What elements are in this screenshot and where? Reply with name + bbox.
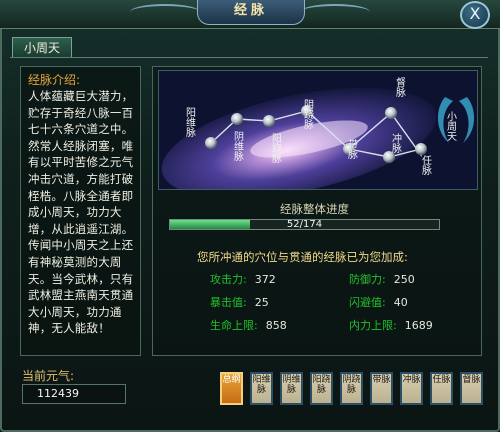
meridian-slot-bar: 总纲 阳维脉 阴维脉 阳跷脉 阴跷脉 带脉 冲脉 任脉 督脉 xyxy=(220,372,483,406)
current-qi-value: 112439 xyxy=(22,384,126,404)
stat-dodge-label: 闪避值 xyxy=(349,296,382,309)
stat-colon: : xyxy=(243,273,247,286)
stat-hp: 生命上限: 858 xyxy=(210,317,287,333)
title-ornament-left xyxy=(130,4,200,20)
slot-general[interactable]: 总纲 xyxy=(220,372,243,405)
slot-yangwei[interactable]: 阳维脉 xyxy=(250,372,273,405)
slot-yinwei[interactable]: 阴维脉 xyxy=(280,372,303,405)
stat-crit: 暴击值: 25 xyxy=(210,294,269,310)
close-button[interactable]: X xyxy=(460,1,490,29)
intro-text: 人体蕴藏巨大潜力，贮存于奇经八脉一百七十六条穴道之中。然常人经脉闭塞，唯有以平时… xyxy=(28,89,134,336)
close-icon[interactable]: X xyxy=(470,4,481,23)
stat-dodge: 闪避值: 40 xyxy=(349,294,408,310)
stat-dodge-value: 40 xyxy=(393,296,408,309)
star-map-canvas: 阳维脉 阴维脉 阳跷脉 阴跷脉 带脉 督脉 冲脉 任脉 小周天 xyxy=(159,71,477,189)
stat-crit-value: 25 xyxy=(254,296,269,309)
stat-colon: : xyxy=(393,319,397,332)
node-yinwei-orb[interactable] xyxy=(231,113,243,125)
stat-mp-value: 1689 xyxy=(404,319,433,332)
label-yangwei: 阳维脉 xyxy=(184,107,196,137)
label-yangqiao: 阳跷脉 xyxy=(270,133,282,163)
stat-colon: : xyxy=(254,319,258,332)
tab-divider xyxy=(10,57,488,58)
node-yinwei[interactable] xyxy=(231,113,243,125)
node-yangwei-orb[interactable] xyxy=(205,137,217,149)
meridian-star-map: 阳维脉 阴维脉 阳跷脉 阴跷脉 带脉 督脉 冲脉 任脉 小周天 xyxy=(158,70,478,190)
stat-attack: 攻击力: 372 xyxy=(210,271,276,287)
node-du[interactable] xyxy=(385,107,397,119)
stat-hp-label: 生命上限 xyxy=(210,319,254,332)
stat-defense-value: 250 xyxy=(393,273,415,286)
node-ren-orb[interactable] xyxy=(415,143,427,155)
bonus-title: 您所冲通的穴位与贯通的经脉已为您加成: xyxy=(197,250,408,264)
node-yangqiao[interactable] xyxy=(263,115,275,127)
stat-defense: 防御力: 250 xyxy=(349,271,415,287)
stat-colon: : xyxy=(382,273,386,286)
label-dai: 带脉 xyxy=(346,139,358,159)
progress-text: 52/174 xyxy=(286,219,323,230)
window-title: 经脉 xyxy=(197,0,305,25)
label-yinqiao: 阴跷脉 xyxy=(302,99,314,129)
stat-colon: : xyxy=(243,296,247,309)
label-du: 督脉 xyxy=(394,76,406,97)
intro-panel: 经脉介绍: 人体蕴藏巨大潜力，贮存于奇经八脉一百七十六条穴道之中。然常人经脉闭塞… xyxy=(20,66,141,356)
tab-small-circulation[interactable]: 小周天 xyxy=(12,37,72,58)
slot-yinqiao[interactable]: 阴跷脉 xyxy=(340,372,363,405)
stat-mp: 内力上限: 1689 xyxy=(349,317,433,333)
overall-progress-bar: 52/174 xyxy=(169,219,440,230)
stat-mp-label: 内力上限 xyxy=(349,319,393,332)
stat-attack-value: 372 xyxy=(254,273,276,286)
slot-chong[interactable]: 冲脉 xyxy=(400,372,423,405)
label-ren: 任脉 xyxy=(420,154,432,175)
emblem-text: 小周天 xyxy=(445,111,457,142)
stat-attack-label: 攻击力 xyxy=(210,273,243,286)
slot-yangqiao[interactable]: 阳跷脉 xyxy=(310,372,333,405)
slot-ren[interactable]: 任脉 xyxy=(430,372,453,405)
progress-title: 经脉整体进度 xyxy=(280,202,349,216)
stat-colon: : xyxy=(382,296,386,309)
stat-crit-label: 暴击值 xyxy=(210,296,243,309)
node-du-orb[interactable] xyxy=(385,107,397,119)
slot-dai[interactable]: 带脉 xyxy=(370,372,393,405)
node-yangwei[interactable] xyxy=(205,137,217,149)
node-ren[interactable] xyxy=(415,143,427,155)
node-yangqiao-orb[interactable] xyxy=(263,115,275,127)
stat-defense-label: 防御力 xyxy=(349,273,382,286)
title-ornament-right xyxy=(300,4,370,20)
label-chong: 冲脉 xyxy=(390,132,402,153)
current-qi-label: 当前元气: xyxy=(22,369,75,383)
label-yinwei: 阴维脉 xyxy=(232,131,244,161)
slot-du[interactable]: 督脉 xyxy=(460,372,483,405)
title-bar: 经脉 X xyxy=(0,0,500,29)
intro-title: 经脉介绍: xyxy=(28,73,81,87)
stat-hp-value: 858 xyxy=(265,319,287,332)
